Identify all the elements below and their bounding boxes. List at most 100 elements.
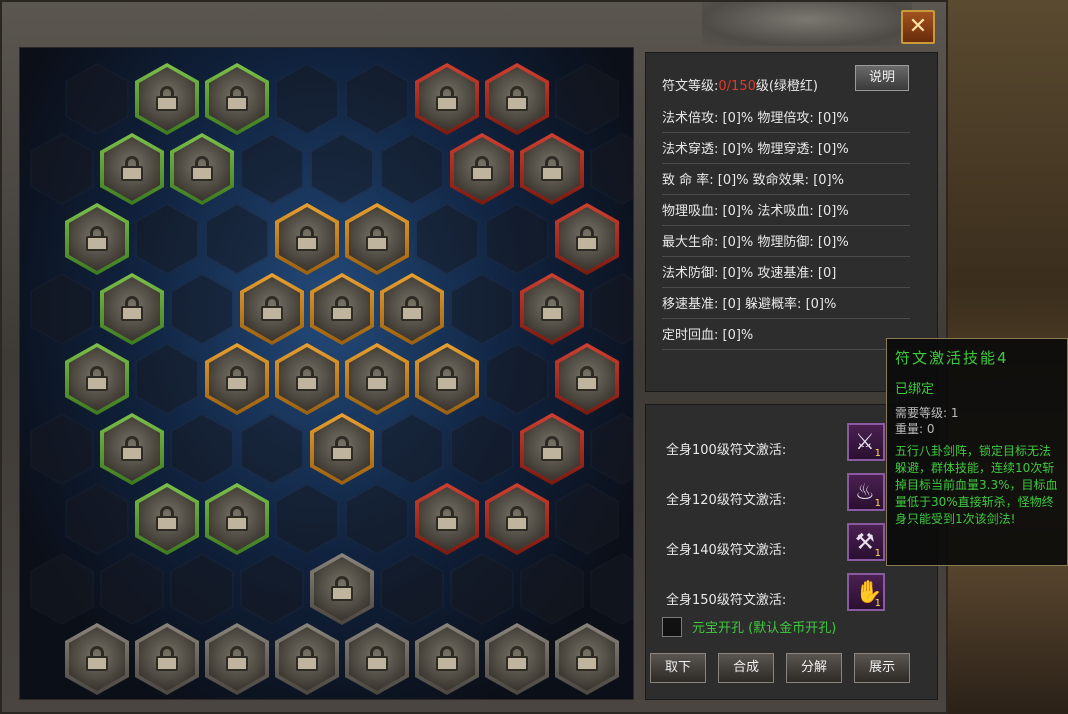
locked-rune-slot[interactable] bbox=[240, 273, 304, 345]
combine-button[interactable]: 合成 bbox=[718, 653, 774, 683]
locked-rune-slot[interactable] bbox=[65, 623, 129, 695]
locked-rune-slot[interactable] bbox=[310, 553, 374, 625]
locked-rune-slot[interactable] bbox=[170, 133, 234, 205]
locked-rune-slot[interactable] bbox=[555, 343, 619, 415]
flame-icon[interactable]: ♨ 1 bbox=[847, 473, 885, 511]
locked-rune-slot[interactable] bbox=[205, 623, 269, 695]
empty-rune-slot[interactable] bbox=[520, 553, 584, 625]
locked-rune-slot[interactable] bbox=[205, 483, 269, 555]
skill-glyph: ♨ bbox=[855, 480, 875, 505]
locked-rune-slot[interactable] bbox=[275, 343, 339, 415]
locked-rune-slot[interactable] bbox=[205, 63, 269, 135]
locked-rune-slot[interactable] bbox=[275, 623, 339, 695]
lock-icon bbox=[84, 226, 110, 252]
locked-rune-slot[interactable] bbox=[485, 63, 549, 135]
empty-rune-slot[interactable] bbox=[380, 133, 444, 205]
empty-rune-slot[interactable] bbox=[30, 553, 94, 625]
locked-rune-slot[interactable] bbox=[485, 483, 549, 555]
locked-rune-slot[interactable] bbox=[450, 133, 514, 205]
empty-rune-slot[interactable] bbox=[450, 273, 514, 345]
palm-icon[interactable]: ✋ 1 bbox=[847, 573, 885, 611]
empty-rune-slot[interactable] bbox=[450, 413, 514, 485]
empty-rune-slot[interactable] bbox=[590, 273, 633, 345]
empty-rune-slot[interactable] bbox=[590, 413, 633, 485]
empty-rune-slot[interactable] bbox=[30, 413, 94, 485]
locked-rune-slot[interactable] bbox=[345, 343, 409, 415]
empty-rune-slot[interactable] bbox=[590, 133, 633, 205]
empty-rune-slot[interactable] bbox=[100, 553, 164, 625]
lock-icon bbox=[434, 646, 460, 672]
empty-rune-slot[interactable] bbox=[485, 343, 549, 415]
locked-rune-slot[interactable] bbox=[135, 623, 199, 695]
empty-rune-slot[interactable] bbox=[30, 273, 94, 345]
locked-rune-slot[interactable] bbox=[415, 483, 479, 555]
empty-rune-slot[interactable] bbox=[170, 413, 234, 485]
axe-icon[interactable]: ⚒ 1 bbox=[847, 523, 885, 561]
locked-rune-slot[interactable] bbox=[65, 203, 129, 275]
stat-row: 法术穿透: [0]% 物理穿透: [0]% bbox=[662, 136, 910, 164]
locked-rune-slot[interactable] bbox=[415, 623, 479, 695]
lock-icon bbox=[434, 366, 460, 392]
empty-rune-slot[interactable] bbox=[555, 483, 619, 555]
locked-rune-slot[interactable] bbox=[135, 63, 199, 135]
empty-rune-slot[interactable] bbox=[345, 63, 409, 135]
locked-rune-slot[interactable] bbox=[100, 273, 164, 345]
activation-label: 全身140级符文激活: bbox=[666, 543, 787, 558]
locked-rune-slot[interactable] bbox=[555, 623, 619, 695]
empty-rune-slot[interactable] bbox=[590, 553, 633, 625]
empty-rune-slot[interactable] bbox=[310, 133, 374, 205]
empty-rune-slot[interactable] bbox=[485, 203, 549, 275]
close-button[interactable]: ✕ bbox=[901, 10, 935, 44]
lock-icon bbox=[224, 646, 250, 672]
locked-rune-slot[interactable] bbox=[310, 413, 374, 485]
locked-rune-slot[interactable] bbox=[380, 273, 444, 345]
empty-rune-slot[interactable] bbox=[135, 343, 199, 415]
skill-count: 1 bbox=[874, 448, 881, 459]
lock-icon bbox=[224, 506, 250, 532]
locked-rune-slot[interactable] bbox=[520, 413, 584, 485]
take-off-button[interactable]: 取下 bbox=[650, 653, 706, 683]
sword-array-icon[interactable]: ⚔ 1 bbox=[847, 423, 885, 461]
empty-rune-slot[interactable] bbox=[135, 203, 199, 275]
empty-rune-slot[interactable] bbox=[555, 63, 619, 135]
explain-button[interactable]: 说明 bbox=[855, 65, 909, 91]
display-button[interactable]: 展示 bbox=[854, 653, 910, 683]
locked-rune-slot[interactable] bbox=[520, 273, 584, 345]
locked-rune-slot[interactable] bbox=[100, 133, 164, 205]
empty-rune-slot[interactable] bbox=[275, 63, 339, 135]
empty-rune-slot[interactable] bbox=[415, 203, 479, 275]
locked-rune-slot[interactable] bbox=[205, 343, 269, 415]
empty-rune-slot[interactable] bbox=[205, 203, 269, 275]
locked-rune-slot[interactable] bbox=[65, 343, 129, 415]
locked-rune-slot[interactable] bbox=[415, 63, 479, 135]
empty-rune-slot[interactable] bbox=[240, 133, 304, 205]
empty-rune-slot[interactable] bbox=[275, 483, 339, 555]
empty-rune-slot[interactable] bbox=[65, 63, 129, 135]
locked-rune-slot[interactable] bbox=[135, 483, 199, 555]
lock-icon bbox=[574, 226, 600, 252]
rune-level-value: 0/150 bbox=[718, 79, 756, 94]
empty-rune-slot[interactable] bbox=[380, 413, 444, 485]
empty-rune-slot[interactable] bbox=[450, 553, 514, 625]
empty-rune-slot[interactable] bbox=[170, 553, 234, 625]
empty-rune-slot[interactable] bbox=[240, 413, 304, 485]
locked-rune-slot[interactable] bbox=[345, 623, 409, 695]
empty-rune-slot[interactable] bbox=[345, 483, 409, 555]
locked-rune-slot[interactable] bbox=[520, 133, 584, 205]
empty-rune-slot[interactable] bbox=[170, 273, 234, 345]
dragon-ornament bbox=[702, 2, 912, 46]
yuanbao-checkbox[interactable] bbox=[662, 617, 682, 637]
empty-rune-slot[interactable] bbox=[65, 483, 129, 555]
locked-rune-slot[interactable] bbox=[555, 203, 619, 275]
locked-rune-slot[interactable] bbox=[310, 273, 374, 345]
locked-rune-slot[interactable] bbox=[485, 623, 549, 695]
empty-rune-slot[interactable] bbox=[380, 553, 444, 625]
empty-rune-slot[interactable] bbox=[240, 553, 304, 625]
lock-icon bbox=[539, 156, 565, 182]
locked-rune-slot[interactable] bbox=[345, 203, 409, 275]
locked-rune-slot[interactable] bbox=[275, 203, 339, 275]
locked-rune-slot[interactable] bbox=[100, 413, 164, 485]
decompose-button[interactable]: 分解 bbox=[786, 653, 842, 683]
locked-rune-slot[interactable] bbox=[415, 343, 479, 415]
empty-rune-slot[interactable] bbox=[30, 133, 94, 205]
